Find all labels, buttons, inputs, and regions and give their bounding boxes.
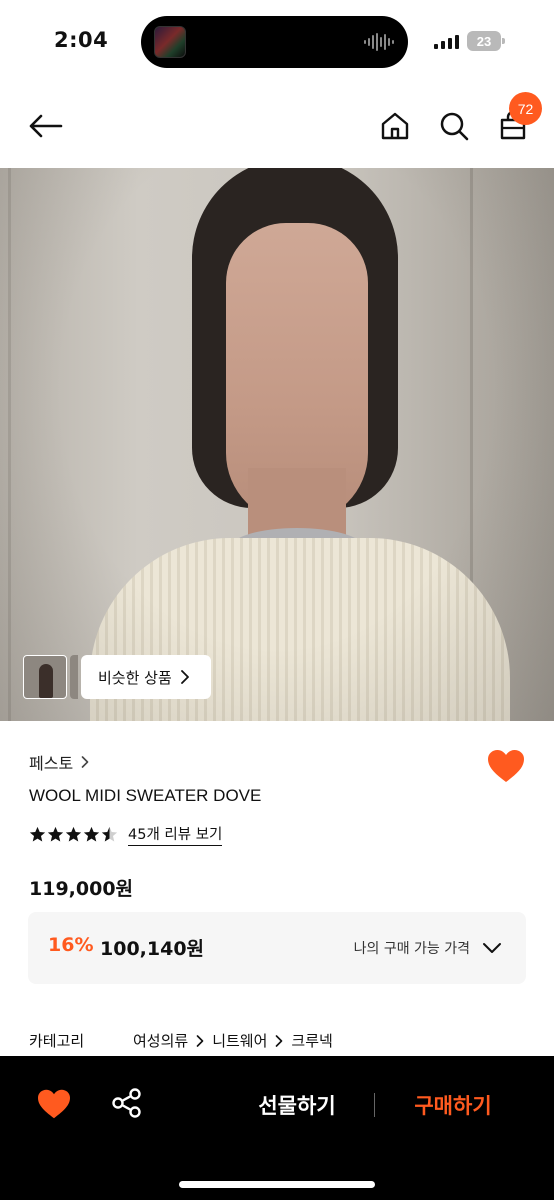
home-indicator xyxy=(179,1181,375,1188)
cart-count-badge: 72 xyxy=(509,92,542,125)
star-icon xyxy=(29,826,46,842)
category-row: 카테고리 여성의류 니트웨어 크루넥 xyxy=(29,1030,333,1051)
top-nav xyxy=(0,84,554,168)
gift-button[interactable]: 선물하기 xyxy=(238,1088,356,1122)
share-button[interactable] xyxy=(110,1086,144,1120)
chevron-down-icon xyxy=(483,943,501,953)
wishlist-button[interactable] xyxy=(486,748,526,784)
brand-name: 페스토 xyxy=(29,754,74,773)
category-link[interactable]: 니트웨어 xyxy=(212,1030,267,1051)
search-button[interactable] xyxy=(432,104,476,148)
search-icon xyxy=(440,112,469,141)
back-arrow-icon xyxy=(29,114,63,138)
category-label: 카테고리 xyxy=(29,1032,85,1050)
chevron-right-icon xyxy=(196,1034,204,1047)
category-breadcrumb: 여성의류 니트웨어 크루넥 xyxy=(133,1030,333,1051)
half-star-icon xyxy=(101,826,118,842)
dynamic-island xyxy=(141,16,408,68)
category-link[interactable]: 크루넥 xyxy=(291,1030,332,1051)
similar-product-thumbnail[interactable] xyxy=(70,655,78,699)
home-icon xyxy=(381,112,409,140)
chevron-right-icon xyxy=(180,670,189,684)
category-link[interactable]: 여성의류 xyxy=(133,1030,188,1051)
back-button[interactable] xyxy=(22,104,68,148)
cellular-signal-icon xyxy=(434,34,459,49)
star-icon xyxy=(83,826,100,842)
divider xyxy=(374,1093,375,1117)
my-price-toggle[interactable]: 나의 구매 가능 가격 xyxy=(354,938,502,958)
similar-product-thumbnail[interactable] xyxy=(23,655,67,699)
now-playing-artwork xyxy=(154,26,186,58)
rating-row: 45개 리뷰 보기 xyxy=(29,823,223,846)
brand-link[interactable]: 페스토 xyxy=(29,750,89,774)
status-time: 2:04 xyxy=(54,28,109,52)
home-button[interactable] xyxy=(373,104,417,148)
my-price-label: 나의 구매 가능 가격 xyxy=(353,941,470,957)
star-icon xyxy=(47,826,64,842)
buy-button[interactable]: 구매하기 xyxy=(394,1088,512,1122)
review-link[interactable]: 45개 리뷰 보기 xyxy=(128,823,223,846)
rating-stars xyxy=(29,826,118,843)
chevron-right-icon xyxy=(81,756,89,768)
status-bar: 2:04 23 xyxy=(0,0,554,84)
bottom-action-bar: 선물하기 구매하기 xyxy=(0,1056,554,1200)
similar-products-button[interactable]: 비슷한 상품 xyxy=(81,655,211,699)
product-image[interactable]: 비슷한 상품 xyxy=(0,168,554,721)
battery-icon: 23 xyxy=(467,31,505,51)
discounted-price: 100,140원 xyxy=(100,938,205,960)
bottom-wishlist-button[interactable] xyxy=(36,1088,72,1120)
discount-rate: 16% xyxy=(48,934,94,956)
similar-products-label: 비슷한 상품 xyxy=(98,668,172,687)
heart-icon xyxy=(38,1089,70,1119)
share-icon xyxy=(112,1088,141,1118)
audio-wave-icon xyxy=(364,32,394,52)
product-name: WOOL MIDI SWEATER DOVE xyxy=(29,786,262,805)
chevron-right-icon xyxy=(276,1034,283,1047)
member-price-box[interactable]: 16% 100,140원 나의 구매 가능 가격 xyxy=(28,912,526,984)
heart-icon xyxy=(488,750,524,782)
star-icon xyxy=(65,826,82,842)
original-price: 119,000원 xyxy=(29,878,134,900)
battery-level: 23 xyxy=(476,33,492,49)
